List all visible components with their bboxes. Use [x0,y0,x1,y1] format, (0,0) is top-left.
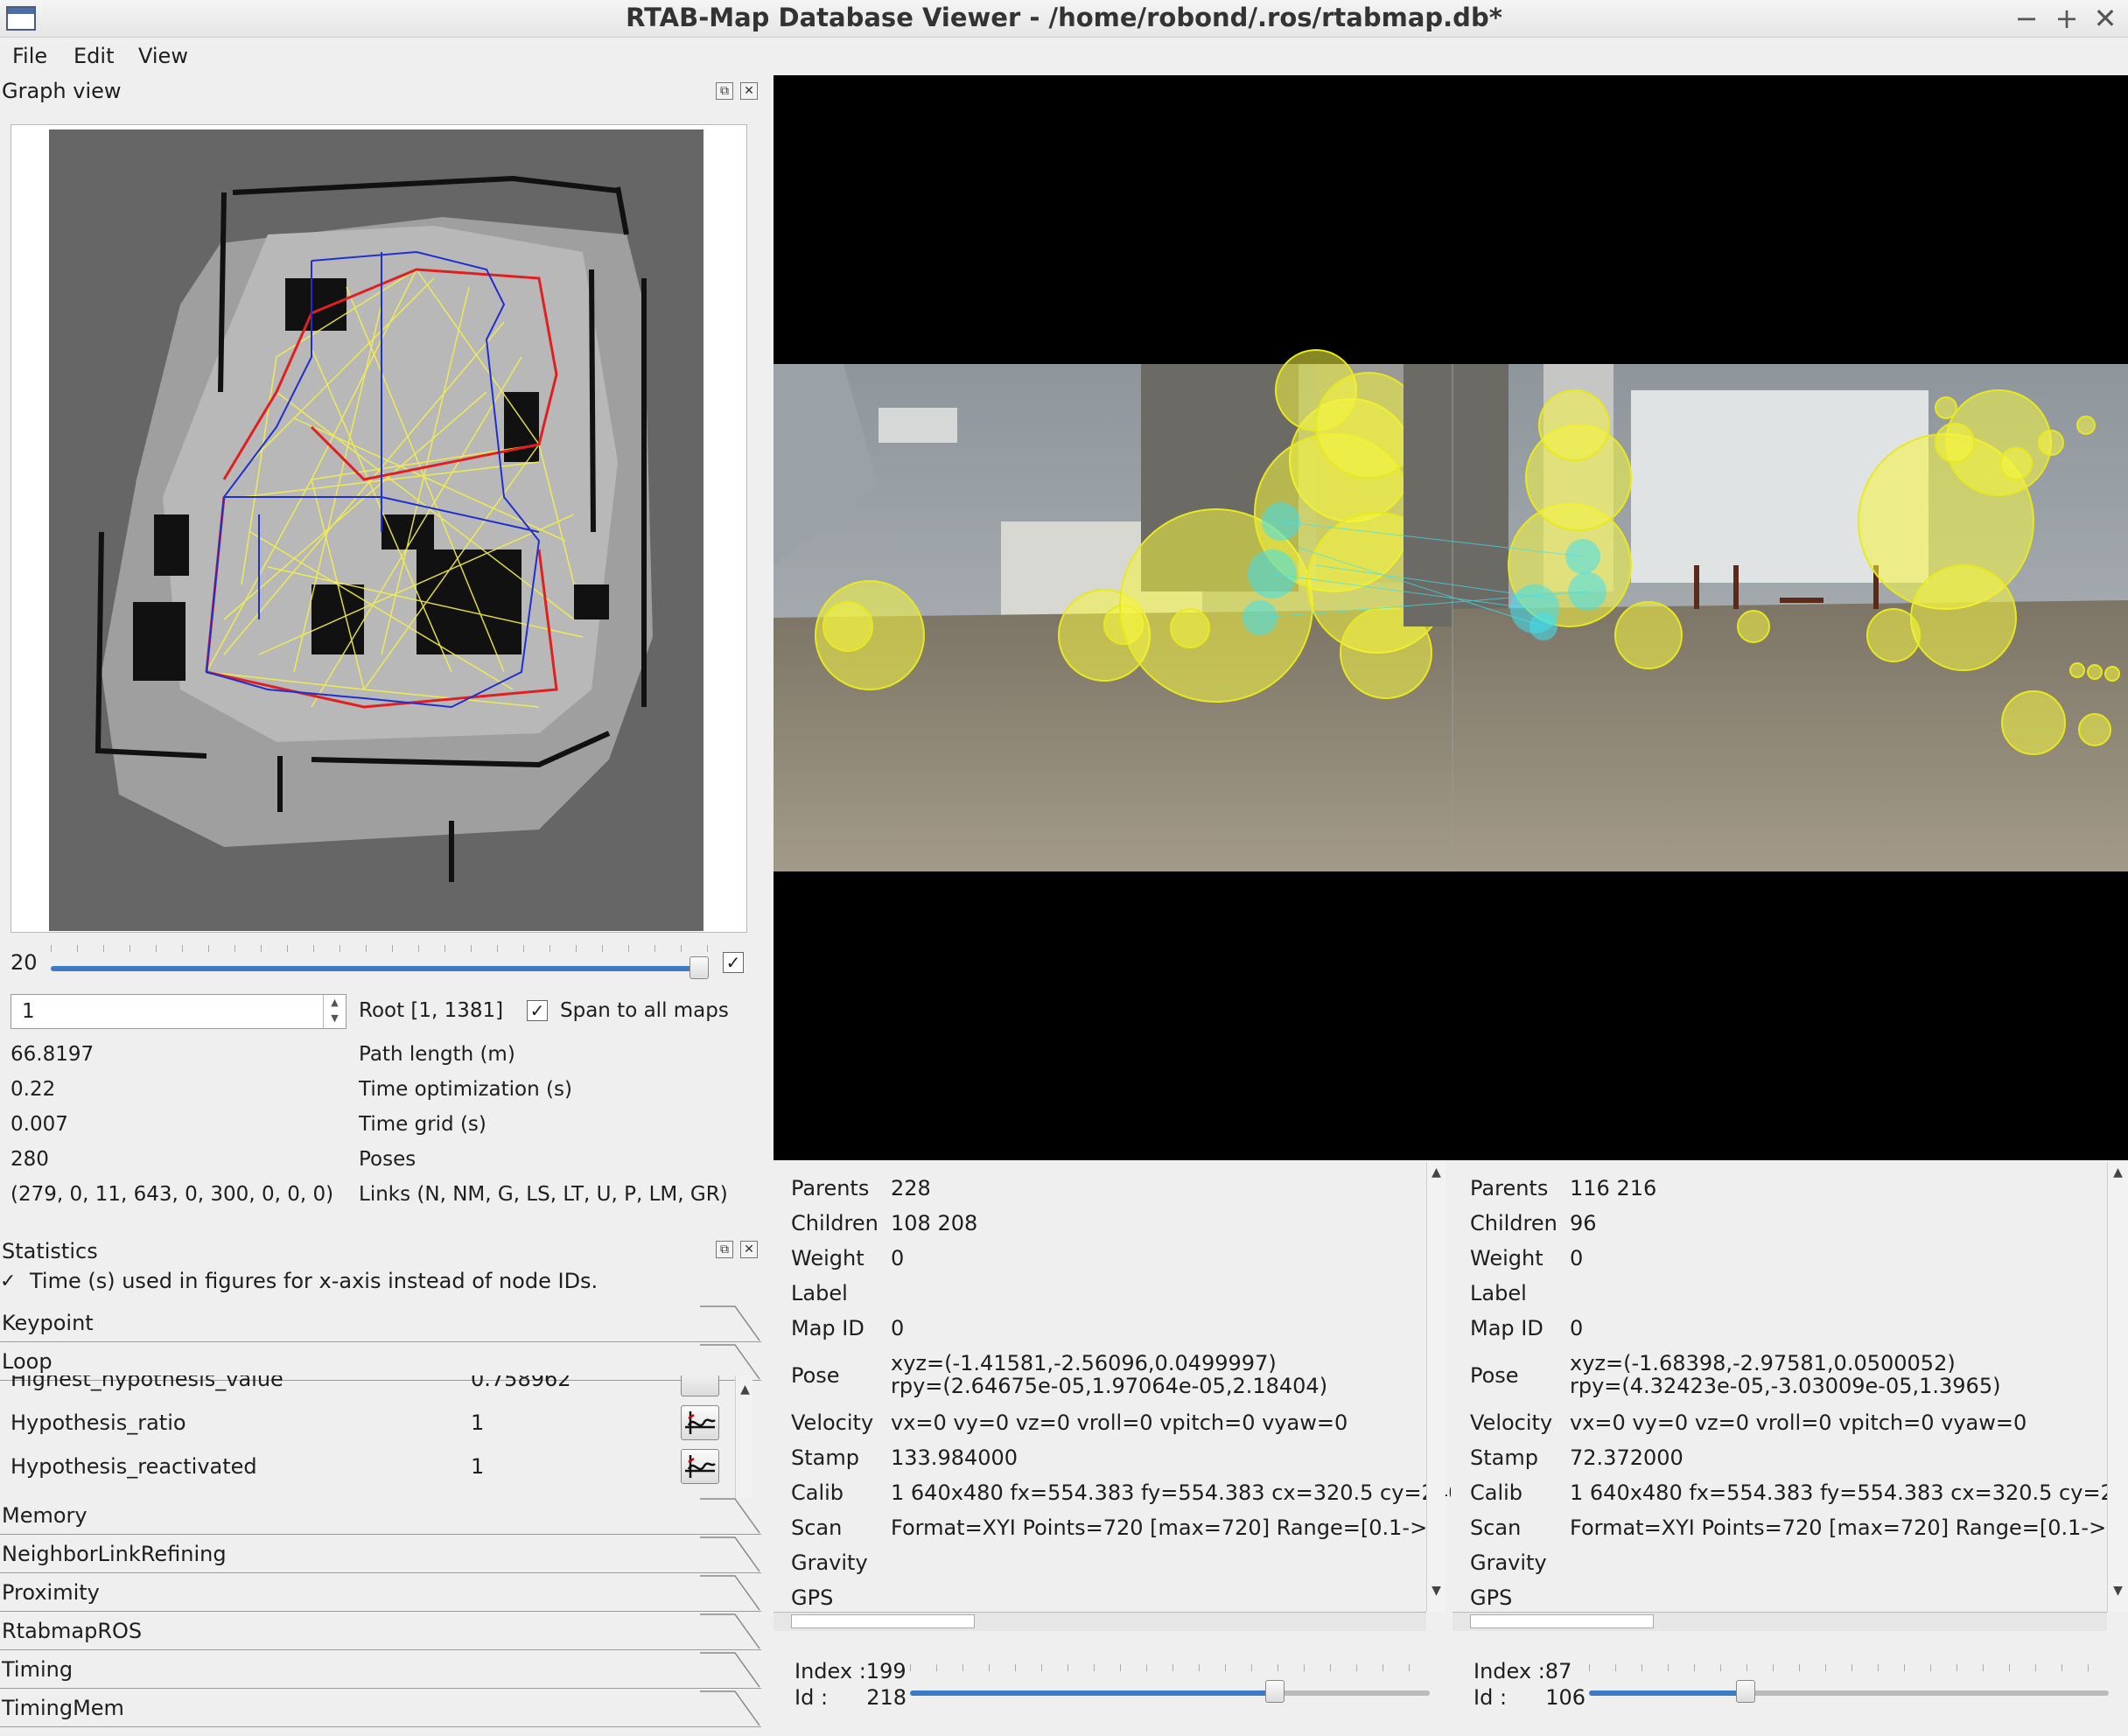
time-checkbox[interactable]: ✓ [0,1270,16,1292]
slider-handle[interactable] [1736,1680,1756,1703]
float-icon[interactable]: ⧉ [716,82,733,100]
slider-ticks [51,945,709,952]
graph-id-spinbox[interactable]: 1 ▲ ▼ [10,994,346,1029]
stat-row-value: 1 [471,1454,485,1479]
slider-track [51,966,709,971]
maximize-button[interactable]: + [2049,2,2084,35]
index-label: Index :199 [794,1659,906,1684]
root-label: Root [1, 1381] [359,999,504,1022]
stat-value: (279, 0, 11, 643, 0, 300, 0, 0, 0) [10,1183,334,1206]
stat-value: 280 [10,1148,49,1171]
plot-icon[interactable] [681,1449,719,1484]
stat-label: Time grid (s) [359,1113,486,1136]
stat-value: 66.8197 [10,1043,94,1066]
stat-value: 0.22 [10,1078,56,1101]
graph-map-canvas[interactable] [49,130,704,931]
stat-label: Path length (m) [359,1043,515,1066]
stat-label: Poses [359,1148,416,1171]
loop-scrollbar[interactable]: ▲ [735,1376,752,1498]
window-title: RTAB-Map Database Viewer - /home/robond/… [626,3,1502,32]
index-label: Index :87 [1474,1659,1572,1684]
info-panel-left: Parents 228 Children 108 208 Weight 0 Label… [774,1162,1451,1617]
slider-handle[interactable] [690,956,709,979]
menu-bar: File Edit View [0,38,2128,74]
title-bar: RTAB-Map Database Viewer - /home/robond/… [0,0,2128,38]
info-right-vscroll[interactable]: ▲ ▼ [2107,1162,2128,1612]
stereo-images [774,349,2128,872]
close-button[interactable]: ✕ [2088,2,2123,35]
id-label: Id :218 [794,1685,906,1710]
stat-label: Links (N, NM, G, LS, LT, U, P, LM, GR) [359,1183,728,1206]
menu-edit[interactable]: Edit [74,44,114,68]
section-neighborlinkrefining[interactable]: NeighborLinkRefining [0,1536,761,1573]
left-index-slider[interactable] [910,1664,1430,1703]
info-left-vscroll[interactable]: ▲ ▼ [1426,1162,1446,1612]
stat-value: 0.007 [10,1113,68,1136]
section-timingmem[interactable]: TimingMem [0,1690,761,1727]
section-keypoint[interactable]: Keypoint [0,1306,761,1342]
stat-row-name: Hypothesis_ratio [10,1410,186,1435]
span-label: Span to all maps [560,999,729,1022]
slider-handle[interactable] [1264,1680,1284,1703]
time-checkbox-label: Time (s) used in figures for x-axis inst… [30,1269,598,1293]
span-checkbox[interactable]: ✓ [527,1000,548,1021]
close-icon[interactable]: ✕ [740,1241,758,1258]
id-label: Id :106 [1474,1685,1586,1710]
close-icon[interactable]: ✕ [740,82,758,100]
spinbox-value: 1 [22,1000,35,1023]
graph-view-title: Graph view [2,79,122,103]
graph-slider[interactable] [51,945,709,980]
loop-content: Highest_hypothesis_value 0.758962 Hypoth… [0,1376,752,1498]
section-rtabmapros[interactable]: RtabmapROS [0,1614,761,1650]
stat-row-name: Hypothesis_reactivated [10,1454,257,1479]
section-memory[interactable]: Memory [0,1498,761,1535]
spinbox-arrows-icon[interactable]: ▲ ▼ [323,995,346,1028]
menu-file[interactable]: File [12,44,47,68]
right-image [1404,364,2128,872]
section-timing[interactable]: Timing [0,1652,761,1689]
info-panel-right: Parents 116 216 Children 96 Weight 0 Label … [1452,1162,2109,1617]
info-left-hscroll[interactable] [774,1612,1426,1631]
graph-slider-value: 20 [10,950,38,975]
section-proximity[interactable]: Proximity [0,1575,761,1612]
plot-icon[interactable] [681,1405,719,1440]
statistics-title: Statistics [2,1239,98,1264]
menu-view[interactable]: View [138,44,188,68]
stat-row-value: 1 [471,1410,485,1435]
stat-row-value: 0.758962 [471,1376,571,1391]
minimize-button[interactable]: − [2009,2,2044,35]
float-icon[interactable]: ⧉ [716,1241,733,1258]
image-view[interactable] [774,75,2128,1160]
plot-icon[interactable] [681,1376,719,1396]
graph-slider-checkbox[interactable]: ✓ [723,952,744,973]
info-right-hscroll[interactable] [1452,1612,2107,1631]
stat-label: Time optimization (s) [359,1078,572,1101]
stat-row-name: Highest_hypothesis_value [10,1376,284,1391]
occupancy-map [49,130,704,931]
right-index-slider[interactable] [1589,1664,2109,1703]
